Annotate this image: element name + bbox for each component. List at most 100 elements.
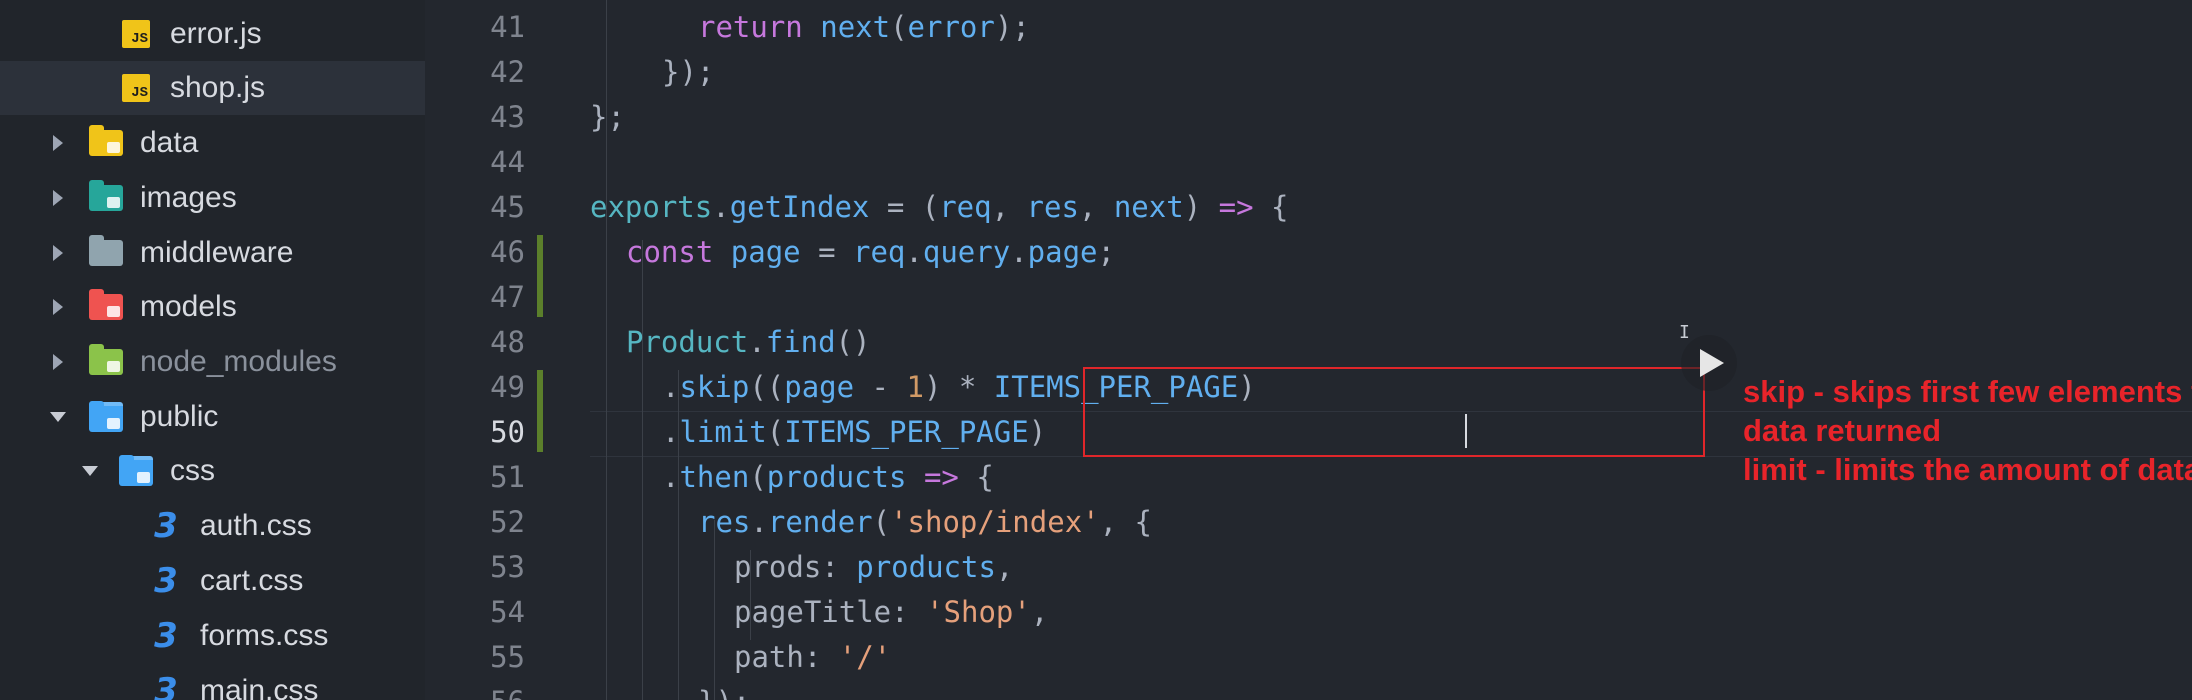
line-number: 51 [490, 460, 525, 494]
chevron-right-icon[interactable] [48, 352, 68, 372]
code-token: { [1253, 190, 1289, 224]
git-modified-marker [537, 235, 543, 317]
tree-item-label: css [170, 454, 215, 487]
code-token: 1 [906, 370, 924, 404]
folder-icon [88, 235, 124, 269]
file-shop-js[interactable]: JS shop.js [0, 61, 425, 115]
code-line[interactable]: res.render('shop/index', { [698, 502, 1152, 542]
folder-models[interactable]: models [0, 280, 425, 334]
code-token: products [766, 460, 907, 494]
indent-guide [714, 520, 715, 700]
tree-item-label: node_modules [140, 345, 337, 378]
text-cursor [1465, 414, 1467, 448]
line-number: 54 [490, 595, 525, 629]
code-line[interactable]: prods: products, [734, 547, 1013, 587]
line-number: 55 [490, 640, 525, 674]
css-file-icon: 3 [154, 506, 178, 546]
code-token: . [1010, 235, 1028, 269]
file-main-css[interactable]: 3 main.css [0, 664, 425, 700]
file-error-js[interactable]: JS error.js [0, 7, 425, 61]
css-folder-icon [118, 455, 154, 487]
code-line[interactable]: .then(products => { [662, 457, 994, 497]
chevron-right-icon[interactable] [48, 243, 68, 263]
css-file-icon: 3 [154, 671, 178, 700]
tree-item-label: auth.css [200, 509, 312, 542]
code-token: : [891, 595, 927, 629]
file-cart-css[interactable]: 3 cart.css [0, 554, 425, 608]
code-line[interactable]: }); [698, 682, 750, 700]
code-token: => [1218, 190, 1254, 224]
folder-css[interactable]: css [0, 444, 425, 498]
code-line[interactable]: Product.find() [626, 322, 870, 362]
code-token: ( [872, 505, 891, 539]
code-token: skip [679, 370, 750, 404]
line-number: 53 [490, 550, 525, 584]
chevron-right-icon[interactable] [48, 133, 68, 153]
code-line[interactable]: }); [662, 52, 714, 92]
code-token: return [698, 10, 803, 44]
line-number-gutter: 41 42 43 44 45 46 47 48 49 50 51 52 53 54 55 56 [425, 0, 550, 700]
file-tree-sidebar: JS error.js JS shop.js data images middleware m… [0, 0, 425, 700]
tree-item-label: shop.js [170, 71, 266, 104]
code-token: ) [1028, 415, 1047, 449]
code-token: 'shop/index' [890, 505, 1100, 539]
code-line[interactable]: const page = req.query.page; [626, 232, 1115, 272]
chevron-right-icon[interactable] [48, 297, 68, 317]
code-token: '/' [838, 640, 892, 674]
code-token: page [784, 370, 855, 404]
code-token: limit [679, 415, 767, 449]
code-token: }); [662, 55, 715, 89]
tree-item-label: images [140, 181, 237, 214]
line-number: 52 [490, 505, 525, 539]
code-token: - [854, 370, 907, 404]
folder-public[interactable]: public [0, 390, 425, 444]
code-token: ) * [923, 370, 994, 404]
code-editor[interactable]: 41 42 43 44 45 46 47 48 49 50 51 52 53 54 55 56 return … [425, 0, 2192, 700]
file-auth-css[interactable]: 3 auth.css [0, 499, 425, 553]
play-button[interactable] [1681, 335, 1737, 391]
code-line[interactable]: }; [590, 97, 625, 137]
annotation-line: data returned [1743, 413, 1942, 448]
code-token: Product [626, 325, 749, 359]
line-number: 47 [490, 280, 525, 314]
folder-middleware[interactable]: middleware [0, 226, 425, 280]
code-token: , [1078, 190, 1114, 224]
code-token: => [923, 460, 959, 494]
code-token: products [856, 550, 996, 584]
code-token: () [835, 325, 871, 359]
public-folder-icon [88, 401, 124, 433]
code-token: . [712, 190, 730, 224]
code-token: . [750, 505, 768, 539]
tree-item-label: forms.css [200, 619, 329, 652]
code-token: . [905, 235, 923, 269]
folder-images[interactable]: images [0, 171, 425, 225]
chevron-down-icon[interactable] [48, 407, 68, 427]
code-token: then [679, 460, 750, 494]
folder-node-modules[interactable]: node_modules [0, 335, 425, 389]
line-number: 42 [490, 55, 525, 89]
code-line[interactable]: pageTitle: 'Shop', [734, 592, 1048, 632]
indent-guide [642, 240, 643, 700]
line-number: 41 [490, 10, 525, 44]
tree-item-label: middleware [140, 236, 294, 269]
code-token: res [698, 505, 751, 539]
code-token: , [1030, 595, 1049, 629]
code-line[interactable]: .limit(ITEMS_PER_PAGE) [662, 412, 1046, 452]
code-token: ) [1183, 190, 1219, 224]
chevron-down-icon[interactable] [80, 461, 100, 481]
line-number: 50 [490, 415, 525, 449]
code-token: getIndex [729, 190, 870, 224]
highlight-box [1083, 367, 1705, 457]
tree-item-label: cart.css [200, 564, 304, 597]
chevron-right-icon[interactable] [48, 188, 68, 208]
file-forms-css[interactable]: 3 forms.css [0, 609, 425, 663]
code-line[interactable]: return next(error); [698, 7, 1030, 47]
code-token: { [958, 460, 994, 494]
models-folder-icon [88, 289, 124, 323]
code-token: page [1027, 235, 1098, 269]
folder-data[interactable]: data [0, 116, 425, 170]
code-line[interactable]: exports.getIndex = (req, res, next) => { [590, 187, 1288, 227]
code-line[interactable]: path: '/' [734, 637, 891, 677]
code-token: (( [749, 370, 785, 404]
